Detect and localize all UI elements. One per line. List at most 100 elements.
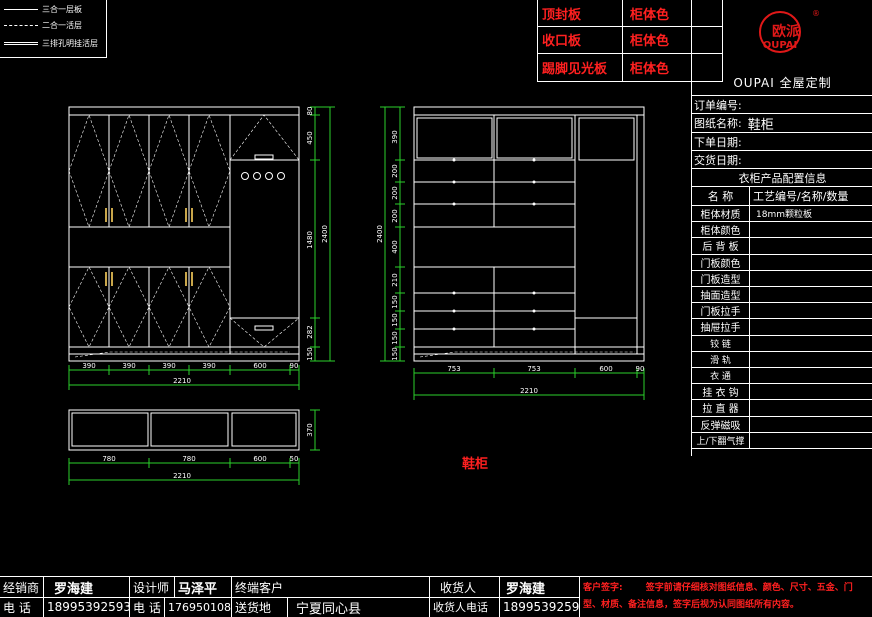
config-row: 抽面造型	[692, 287, 872, 304]
dim-label: 780	[102, 455, 115, 463]
delivery-place-value: 宁夏同心县	[288, 597, 430, 617]
config-row-key: 门板拉手	[692, 303, 750, 319]
dim-label: 90	[290, 362, 299, 370]
phone-label: 电 话	[0, 597, 44, 617]
phone-value: 18995392593	[44, 597, 130, 617]
dim-label: 753	[447, 365, 460, 373]
dim-label: 450	[306, 131, 314, 144]
receiver-label: 收货人	[430, 577, 500, 597]
config-row: 铰 链	[692, 335, 872, 352]
designer-phone-value: 17695010832	[165, 597, 232, 617]
drawing-title: 鞋柜	[462, 456, 488, 472]
dim-label: 50	[290, 455, 299, 463]
config-row: 后 背 板	[692, 238, 872, 255]
dim-label: 282	[306, 325, 314, 338]
config-title: 衣柜产品配置信息	[692, 169, 872, 187]
dim-label: 1480	[306, 231, 314, 249]
dim-total: 2210	[520, 387, 538, 395]
config-row: 门板颜色	[692, 254, 872, 271]
config-row: 衣 通	[692, 368, 872, 385]
dim-label: 90	[636, 365, 645, 373]
config-row-key: 门板造型	[692, 270, 750, 286]
dim-label: 150	[391, 331, 399, 344]
config-row: 门板造型	[692, 270, 872, 287]
oupai-logo: 欧派 OUPAI ®	[740, 6, 820, 60]
config-row-key: 滑 轨	[692, 351, 750, 367]
config-header: 名 称 工艺编号/名称/数量	[692, 187, 872, 206]
dim-label: 390	[391, 130, 399, 143]
dim-total: 2400	[376, 225, 384, 243]
config-row-key: 柜体材质	[692, 206, 750, 222]
config-row: 滑 轨	[692, 351, 872, 368]
dim-label: 200	[391, 186, 399, 199]
end-customer-label: 终端客户	[232, 577, 430, 597]
config-row-key: 反弹磁吸	[692, 416, 750, 432]
info-panel: 欧派 OUPAI ® OUPAI 全屋定制 订单编号: 图纸名称: 鞋柜 下单日…	[691, 0, 872, 456]
delivery-date-row: 交货日期:	[692, 151, 872, 169]
dim-label: 150	[306, 347, 314, 360]
dim-label: 150	[391, 347, 399, 360]
dealer-label: 经销商	[0, 577, 44, 597]
dim-label: 390	[122, 362, 135, 370]
dim-total: 2400	[321, 225, 329, 243]
receiver-phone-label: 收货人电话	[430, 597, 500, 617]
drawing-name-row: 图纸名称: 鞋柜	[692, 114, 872, 133]
config-row: 柜体颜色	[692, 222, 872, 239]
config-row: 门板拉手	[692, 303, 872, 320]
receiver-phone-value: 18995392593	[500, 597, 580, 617]
logo-glyph: 欧派	[772, 23, 801, 40]
config-row-key: 挂 衣 钩	[692, 384, 750, 400]
config-row-key: 上/下翻气撑	[692, 432, 750, 448]
config-row: 抽屉拉手	[692, 319, 872, 336]
dim-label: 150	[391, 295, 399, 308]
dim-label: 600	[253, 455, 266, 463]
delivery-place-label: 送货地	[232, 597, 288, 617]
dim-label: 600	[253, 362, 266, 370]
signature-note: 签字前请仔细核对图纸信息、颜色、尺寸、五金、门型、材质、备注信息，签字后视为认同…	[583, 583, 853, 610]
signature-block: 客户签字: 签字前请仔细核对图纸信息、颜色、尺寸、五金、门型、材质、备注信息，签…	[583, 580, 869, 614]
config-row-key: 衣 通	[692, 368, 750, 384]
config-row: 上/下翻气撑	[692, 432, 872, 449]
dim-label: 200	[391, 164, 399, 177]
registered-mark: ®	[812, 9, 820, 18]
config-row-key: 抽屉拉手	[692, 319, 750, 335]
config-row: 挂 衣 钩	[692, 384, 872, 401]
order-date-row: 下单日期:	[692, 133, 872, 151]
config-row-key: 门板颜色	[692, 254, 750, 270]
designer-phone-label: 电 话	[130, 597, 165, 617]
dim-label: 753	[527, 365, 540, 373]
dealer-value: 罗海建	[44, 577, 130, 597]
dim-total: 2210	[173, 472, 191, 480]
config-row-key: 铰 链	[692, 335, 750, 351]
config-row-key: 柜体颜色	[692, 222, 750, 238]
drawing-name-value: 鞋柜	[747, 117, 774, 133]
dim-label: 780	[182, 455, 195, 463]
dim-label: 210	[391, 273, 399, 286]
cabinet-drawing: 390 390 390 390 600 90 2210 80 450 1480 …	[68, 106, 645, 485]
logo-text: OUPAI	[763, 40, 798, 51]
dim-total: 2210	[173, 377, 191, 385]
title-block: 经销商 罗海建 设计师 马泽平 终端客户 收货人 罗海建 电 话 1899539…	[0, 576, 872, 617]
config-row-key: 抽面造型	[692, 287, 750, 303]
dim-label: 600	[599, 365, 612, 373]
dim-label: 390	[162, 362, 175, 370]
dim-label: 200	[391, 209, 399, 222]
config-row-key: 后 背 板	[692, 238, 750, 254]
dim-label: 390	[202, 362, 215, 370]
designer-value: 马泽平	[175, 577, 232, 597]
dim-label: 390	[82, 362, 95, 370]
config-row: 拉 直 器	[692, 400, 872, 417]
designer-label: 设计师	[130, 577, 175, 597]
order-number-row: 订单编号:	[692, 96, 872, 114]
receiver-value: 罗海建	[500, 577, 580, 597]
dim-label: 80	[306, 107, 314, 116]
brand-tagline: OUPAI 全屋定制	[733, 76, 832, 90]
config-row: 反弹磁吸	[692, 416, 872, 433]
dim-label: 150	[391, 313, 399, 326]
config-row-value: 18mm颗粒板	[756, 210, 812, 221]
dim-label: 400	[391, 240, 399, 253]
dim-label: 370	[306, 423, 314, 436]
config-row-key: 拉 直 器	[692, 400, 750, 416]
signature-label: 客户签字:	[583, 583, 623, 593]
config-row: 柜体材质 18mm颗粒板	[692, 206, 872, 223]
